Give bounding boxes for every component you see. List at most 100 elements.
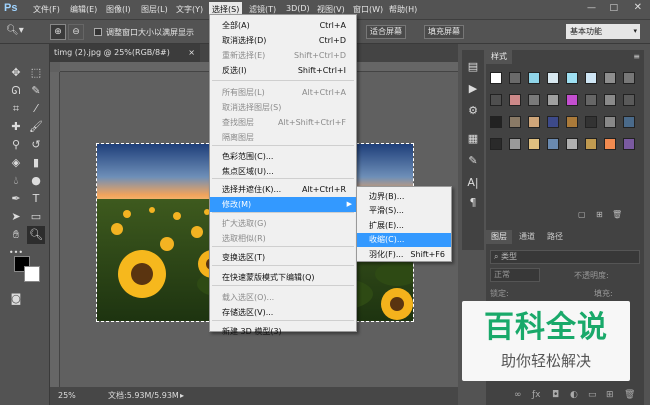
zoom-in-icon[interactable]: ⊕ xyxy=(50,24,66,40)
close-icon[interactable]: ✕ xyxy=(634,2,642,13)
clone-stamp-tool-icon[interactable]: ⚲ xyxy=(7,136,25,154)
style-swatch[interactable] xyxy=(566,72,578,84)
blur-tool-icon[interactable]: 💧︎ xyxy=(7,172,25,190)
status-arrow-icon[interactable]: ▸ xyxy=(180,387,184,405)
style-swatch[interactable] xyxy=(490,116,502,128)
crop-tool-icon[interactable]: ⌗ xyxy=(7,100,25,118)
select-menu-item[interactable]: 色彩范围(C)... xyxy=(210,149,356,164)
layer-mask-icon[interactable]: ◘ xyxy=(552,390,559,400)
document-tab[interactable]: timg (2).jpg @ 25%(RGB/8#) × xyxy=(50,44,200,62)
style-swatch[interactable] xyxy=(623,72,635,84)
brush-settings-icon[interactable]: ✎ xyxy=(464,152,482,170)
eyedropper-tool-icon[interactable]: ⁄ xyxy=(27,100,45,118)
rectangle-tool-icon[interactable]: ▭ xyxy=(27,208,45,226)
maximize-icon[interactable]: □ xyxy=(609,3,618,13)
tab-paths[interactable]: 路径 xyxy=(542,230,568,244)
menu-image[interactable]: 图像(I) xyxy=(106,4,131,15)
style-swatch[interactable] xyxy=(528,72,540,84)
style-swatch[interactable] xyxy=(528,116,540,128)
panel-menu-icon[interactable]: ≡ xyxy=(633,52,640,61)
select-menu-item[interactable]: 全部(A) Ctrl+A xyxy=(210,18,356,33)
zoom-tool-icon[interactable]: 🔍︎ xyxy=(27,226,45,244)
style-swatch[interactable] xyxy=(623,94,635,106)
background-color-swatch[interactable] xyxy=(24,266,40,282)
type-tool-icon[interactable]: T xyxy=(27,190,45,208)
style-swatch[interactable] xyxy=(509,94,521,106)
blend-mode-select[interactable]: 正常 xyxy=(490,268,540,282)
style-swatch[interactable] xyxy=(585,116,597,128)
select-menu-item[interactable]: 在快速蒙版模式下编辑(Q) xyxy=(210,270,356,285)
fit-screen-button[interactable]: 适合屏幕 xyxy=(366,25,406,39)
adjustment-layer-icon[interactable]: ◐ xyxy=(570,390,578,400)
style-swatch[interactable] xyxy=(528,138,540,150)
new-style-icon[interactable]: ▢ xyxy=(578,210,588,220)
menu-type[interactable]: 文字(Y) xyxy=(176,4,203,15)
select-menu-item[interactable]: 取消选择(D) Ctrl+D xyxy=(210,33,356,48)
link-layers-icon[interactable]: ∞ xyxy=(514,390,522,400)
style-swatch[interactable] xyxy=(509,138,521,150)
style-swatch[interactable] xyxy=(490,72,502,84)
tab-layers[interactable]: 图层 xyxy=(486,230,512,244)
healing-brush-tool-icon[interactable]: ✚ xyxy=(7,118,25,136)
eraser-tool-icon[interactable]: ◈ xyxy=(7,154,25,172)
style-swatch[interactable] xyxy=(604,138,616,150)
style-swatch[interactable] xyxy=(604,72,616,84)
history-panel-icon[interactable]: ▤ xyxy=(464,58,482,76)
select-menu-item[interactable]: 存储选区(V)... xyxy=(210,305,356,320)
style-swatch[interactable] xyxy=(528,94,540,106)
swatches-panel-icon[interactable]: ▦ xyxy=(464,130,482,148)
actions-panel-icon[interactable]: ▶ xyxy=(464,80,482,98)
properties-panel-icon[interactable]: ⚙ xyxy=(464,102,482,120)
style-swatch[interactable] xyxy=(547,72,559,84)
modify-submenu-item[interactable]: 扩展(E)... xyxy=(357,219,451,233)
menu-edit[interactable]: 编辑(E) xyxy=(70,4,97,15)
modify-submenu-item[interactable]: 羽化(F)... Shift+F6 xyxy=(357,248,451,262)
hand-tool-icon[interactable]: ✋︎ xyxy=(7,226,25,244)
style-swatch[interactable] xyxy=(490,138,502,150)
tab-channels[interactable]: 通道 xyxy=(514,230,540,244)
menu-3d[interactable]: 3D(D) xyxy=(286,4,310,13)
style-swatch[interactable] xyxy=(547,138,559,150)
select-menu-item[interactable]: 焦点区域(U)... xyxy=(210,164,356,179)
lasso-tool-icon[interactable]: ᘏ xyxy=(7,82,25,100)
marquee-tool-icon[interactable]: ⬚ xyxy=(27,64,45,82)
style-swatch[interactable] xyxy=(585,94,597,106)
delete-icon[interactable]: 🗑︎ xyxy=(612,210,622,220)
style-swatch[interactable] xyxy=(547,94,559,106)
dodge-tool-icon[interactable]: ● xyxy=(27,172,45,190)
style-swatch[interactable] xyxy=(566,138,578,150)
new-layer-button-icon[interactable]: ⊞ xyxy=(606,390,614,400)
quick-select-tool-icon[interactable]: ✎ xyxy=(27,82,45,100)
style-swatch[interactable] xyxy=(585,72,597,84)
style-swatch[interactable] xyxy=(604,116,616,128)
quick-mask-icon[interactable]: ◙ xyxy=(7,290,25,308)
select-menu-item[interactable]: 选择并遮住(K)... Alt+Ctrl+R xyxy=(210,182,356,197)
group-icon[interactable]: ▭ xyxy=(588,390,597,400)
brush-tool-icon[interactable]: 🖌︎ xyxy=(27,118,45,136)
zoom-tool-preset-icon[interactable]: 🔍︎▾ xyxy=(6,25,28,39)
select-menu-item[interactable]: 修改(M) ▶ xyxy=(210,197,356,212)
style-swatch[interactable] xyxy=(547,116,559,128)
style-swatch[interactable] xyxy=(509,72,521,84)
layer-filter-select[interactable]: ⌕ 类型 xyxy=(490,250,640,264)
workspace-select[interactable]: 基本功能 ▾ xyxy=(566,24,640,39)
tab-close-icon[interactable]: × xyxy=(188,44,195,62)
path-select-tool-icon[interactable]: ➤ xyxy=(7,208,25,226)
layer-style-icon[interactable]: ƒx xyxy=(532,390,541,400)
pen-tool-icon[interactable]: ✒ xyxy=(7,190,25,208)
modify-submenu-item[interactable]: 平滑(S)... xyxy=(357,204,451,218)
fill-screen-button[interactable]: 填充屏幕 xyxy=(424,25,464,39)
zoom-out-icon[interactable]: ⊖ xyxy=(68,24,84,40)
menu-help[interactable]: 帮助(H) xyxy=(389,4,417,15)
style-swatch[interactable] xyxy=(566,94,578,106)
style-swatch[interactable] xyxy=(604,94,616,106)
move-tool-icon[interactable]: ✥ xyxy=(7,64,25,82)
style-swatch[interactable] xyxy=(566,116,578,128)
style-swatch[interactable] xyxy=(509,116,521,128)
select-menu-item[interactable]: 新建 3D 模型(3) xyxy=(210,324,356,339)
menu-layer[interactable]: 图层(L) xyxy=(141,4,168,15)
character-panel-icon[interactable]: A| xyxy=(464,174,482,192)
history-brush-tool-icon[interactable]: ↺ xyxy=(27,136,45,154)
style-swatch[interactable] xyxy=(623,138,635,150)
menu-file[interactable]: 文件(F) xyxy=(33,4,60,15)
